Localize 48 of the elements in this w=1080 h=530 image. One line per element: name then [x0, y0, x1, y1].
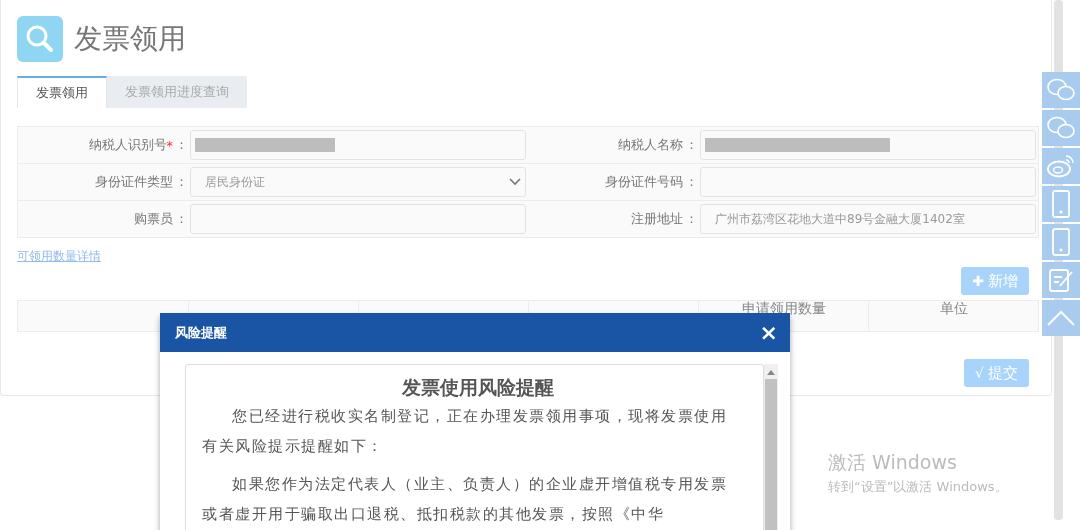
- toolbar-button[interactable]: [1042, 148, 1080, 184]
- paragraph: 您已经进行税收实名制登记，正在办理发票领用事项，现将发票使用有关风险提示提醒如下：: [202, 406, 728, 457]
- dialog-title: 风险提醒: [175, 323, 227, 342]
- scrollbar[interactable]: [764, 364, 778, 530]
- field-label: 购票员: [134, 210, 173, 228]
- toolbar-button[interactable]: [1042, 186, 1080, 222]
- field-label: 纳税人识别号: [88, 136, 167, 154]
- search-icon: [17, 16, 63, 62]
- colon: ：: [175, 173, 188, 191]
- colon: ：: [685, 210, 698, 228]
- phone-icon: [1052, 190, 1070, 218]
- input-field[interactable]: [190, 130, 526, 160]
- tab[interactable]: 发票领用: [17, 76, 107, 108]
- required-mark: *: [166, 137, 173, 153]
- chat-bubbles-icon: [1046, 115, 1076, 141]
- activation-message: 转到“设置”以激活 Windows。: [828, 478, 1008, 496]
- phone-icon: [1052, 228, 1070, 256]
- scroll-up-icon: [767, 370, 775, 375]
- input-field[interactable]: 广州市荔湾区花地大道中89号金融大厦1402室: [700, 204, 1036, 234]
- field-label: 身份证件类型: [95, 173, 173, 191]
- toolbar-button[interactable]: [1042, 72, 1080, 108]
- toolbar-button[interactable]: [1042, 224, 1080, 260]
- quota-details-link[interactable]: 可领用数量详情: [17, 248, 101, 265]
- tab[interactable]: 发票领用进度查询: [107, 76, 247, 108]
- field-label: 纳税人名称: [618, 136, 683, 154]
- column-header: 单位: [868, 301, 1038, 331]
- activation-title: 激活 Windows: [828, 450, 958, 475]
- field-label: 身份证件号码: [605, 173, 683, 191]
- colon: ：: [175, 136, 188, 154]
- page-title: 发票领用: [74, 21, 186, 57]
- select-field[interactable]: 居民身份证: [190, 167, 526, 197]
- up-chevron-icon: [1046, 309, 1076, 327]
- document-heading: 发票使用风险提醒: [400, 375, 555, 400]
- submit-button[interactable]: √ 提交: [964, 359, 1029, 387]
- add-button[interactable]: ✚ 新增: [961, 267, 1029, 295]
- chevron-down-icon: [509, 178, 521, 186]
- colon: ：: [685, 136, 698, 154]
- field-label: 注册地址: [631, 210, 683, 228]
- paragraph: 如果您作为法定代表人（业主、负责人）的企业虚开增值税专用发票或者虚开用于骗取出口退税、抵扣税款的其他发票，按照《中华: [202, 474, 728, 525]
- colon: ：: [175, 210, 188, 228]
- chat-bubbles-icon: [1046, 77, 1076, 103]
- colon: ：: [685, 173, 698, 191]
- input-field[interactable]: [700, 130, 1036, 160]
- edit-icon: [1048, 267, 1074, 293]
- toolbar-button[interactable]: [1042, 262, 1080, 298]
- toolbar-button[interactable]: [1042, 110, 1080, 146]
- weibo-icon: [1046, 153, 1076, 179]
- toolbar-button[interactable]: [1042, 300, 1080, 336]
